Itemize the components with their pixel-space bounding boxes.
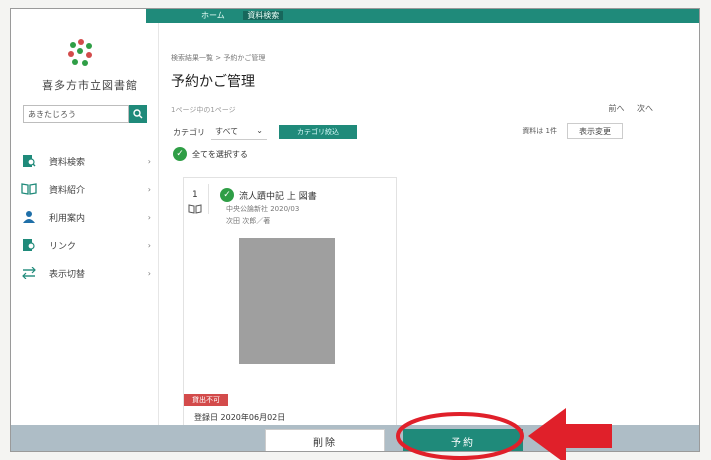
book-cover-image: [239, 238, 335, 364]
registered-date: 登録日 2020年06月02日: [194, 413, 286, 422]
sidebar-item-label: 資料紹介: [49, 185, 86, 196]
person-icon: [21, 210, 37, 224]
breadcrumb[interactable]: 検索結果一覧 > 予約かご管理: [171, 53, 265, 63]
check-circle-icon: ✓: [173, 147, 187, 161]
sidebar-search-input[interactable]: あきたじろう: [23, 105, 129, 123]
category-select-value: すべて: [215, 127, 239, 136]
sidebar-item-links[interactable]: リンク ›: [21, 231, 153, 259]
chevron-right-icon: ›: [147, 212, 151, 222]
toggle-display-icon: [21, 266, 37, 280]
item-author: 次田 次郎／著: [226, 217, 271, 225]
sidebar-item-label: 利用案内: [49, 213, 86, 224]
sidebar-item-introduction[interactable]: 資料紹介 ›: [21, 175, 153, 203]
category-select[interactable]: すべて ⌄: [211, 124, 267, 140]
item-title-row: ✓ 流人蹟中記 上 図書: [220, 188, 317, 202]
sidebar-item-label: 表示切替: [49, 269, 86, 280]
photo-frame: ホーム 資料検索 喜多方市立図書館 あきたじろう 資料検索 › 資料紹介 › 利…: [0, 0, 711, 460]
item-index: 1: [192, 190, 198, 200]
sidebar-item-search[interactable]: 資料検索 ›: [21, 147, 153, 175]
search-icon: [133, 109, 143, 119]
link-doc-icon: [21, 238, 37, 252]
reserve-button[interactable]: 予約: [403, 429, 523, 451]
library-name: 喜多方市立図書館: [42, 79, 138, 92]
chevron-right-icon: ›: [147, 156, 151, 166]
page-info: 1ページ中の1ページ: [171, 106, 236, 114]
sidebar-menu: 資料検索 › 資料紹介 › 利用案内 › リンク › 表示切替 ›: [21, 147, 153, 287]
page-title: 予約かご管理: [171, 74, 255, 90]
category-filter-button[interactable]: カテゴリ絞込: [279, 125, 357, 139]
book-icon: [188, 204, 202, 217]
top-nav-bar: ホーム 資料検索: [11, 9, 699, 23]
nav-search-link[interactable]: 資料検索: [243, 11, 284, 20]
reservation-item-card: 1 ✓ 流人蹟中記 上 図書 中央公論新社 2020/03 次田 次郎／著 貸出…: [183, 177, 397, 439]
result-count: 資料は 1件: [522, 127, 557, 135]
library-logo-icon: [68, 39, 92, 66]
sidebar-search-button[interactable]: [129, 105, 147, 123]
nav-home-link[interactable]: ホーム: [201, 11, 225, 20]
chevron-down-icon: ⌄: [256, 126, 263, 135]
sidebar: 喜多方市立図書館 あきたじろう 資料検索 › 資料紹介 › 利用案内 › リンク…: [11, 23, 159, 439]
search-doc-icon: [21, 154, 37, 168]
pager: 前へ 次へ: [598, 103, 653, 114]
sidebar-item-guide[interactable]: 利用案内 ›: [21, 203, 153, 231]
select-all-label: 全てを選択する: [192, 149, 248, 159]
pager-prev-link[interactable]: 前へ: [608, 104, 624, 113]
sidebar-item-label: リンク: [49, 241, 77, 252]
top-nav: ホーム 資料検索: [201, 10, 299, 21]
chevron-right-icon: ›: [147, 268, 151, 278]
chevron-right-icon: ›: [147, 240, 151, 250]
display-change-button[interactable]: 表示変更: [567, 123, 623, 139]
sidebar-item-display-toggle[interactable]: 表示切替 ›: [21, 259, 153, 287]
filter-bar: カテゴリ すべて ⌄ カテゴリ絞込 資料は 1件 表示変更: [173, 123, 623, 141]
pager-next-link[interactable]: 次へ: [637, 104, 653, 113]
item-checkbox[interactable]: ✓: [220, 188, 234, 202]
item-title[interactable]: 流人蹟中記 上 図書: [239, 189, 317, 202]
screen: ホーム 資料検索 喜多方市立図書館 あきたじろう 資料検索 › 資料紹介 › 利…: [10, 8, 700, 452]
open-book-icon: [21, 182, 37, 196]
sidebar-item-label: 資料検索: [49, 157, 86, 168]
main-content: 検索結果一覧 > 予約かご管理 予約かご管理 1ページ中の1ページ 前へ 次へ …: [161, 23, 699, 439]
card-divider: [208, 184, 209, 214]
chevron-right-icon: ›: [147, 184, 151, 194]
item-publisher: 中央公論新社 2020/03: [226, 205, 300, 213]
select-all-checkbox[interactable]: ✓ 全てを選択する: [173, 147, 248, 161]
action-bar: 削除 予約: [11, 425, 699, 451]
delete-button[interactable]: 削除: [265, 429, 385, 451]
status-badge: 貸出不可: [184, 394, 228, 406]
category-label: カテゴリ: [173, 127, 205, 137]
